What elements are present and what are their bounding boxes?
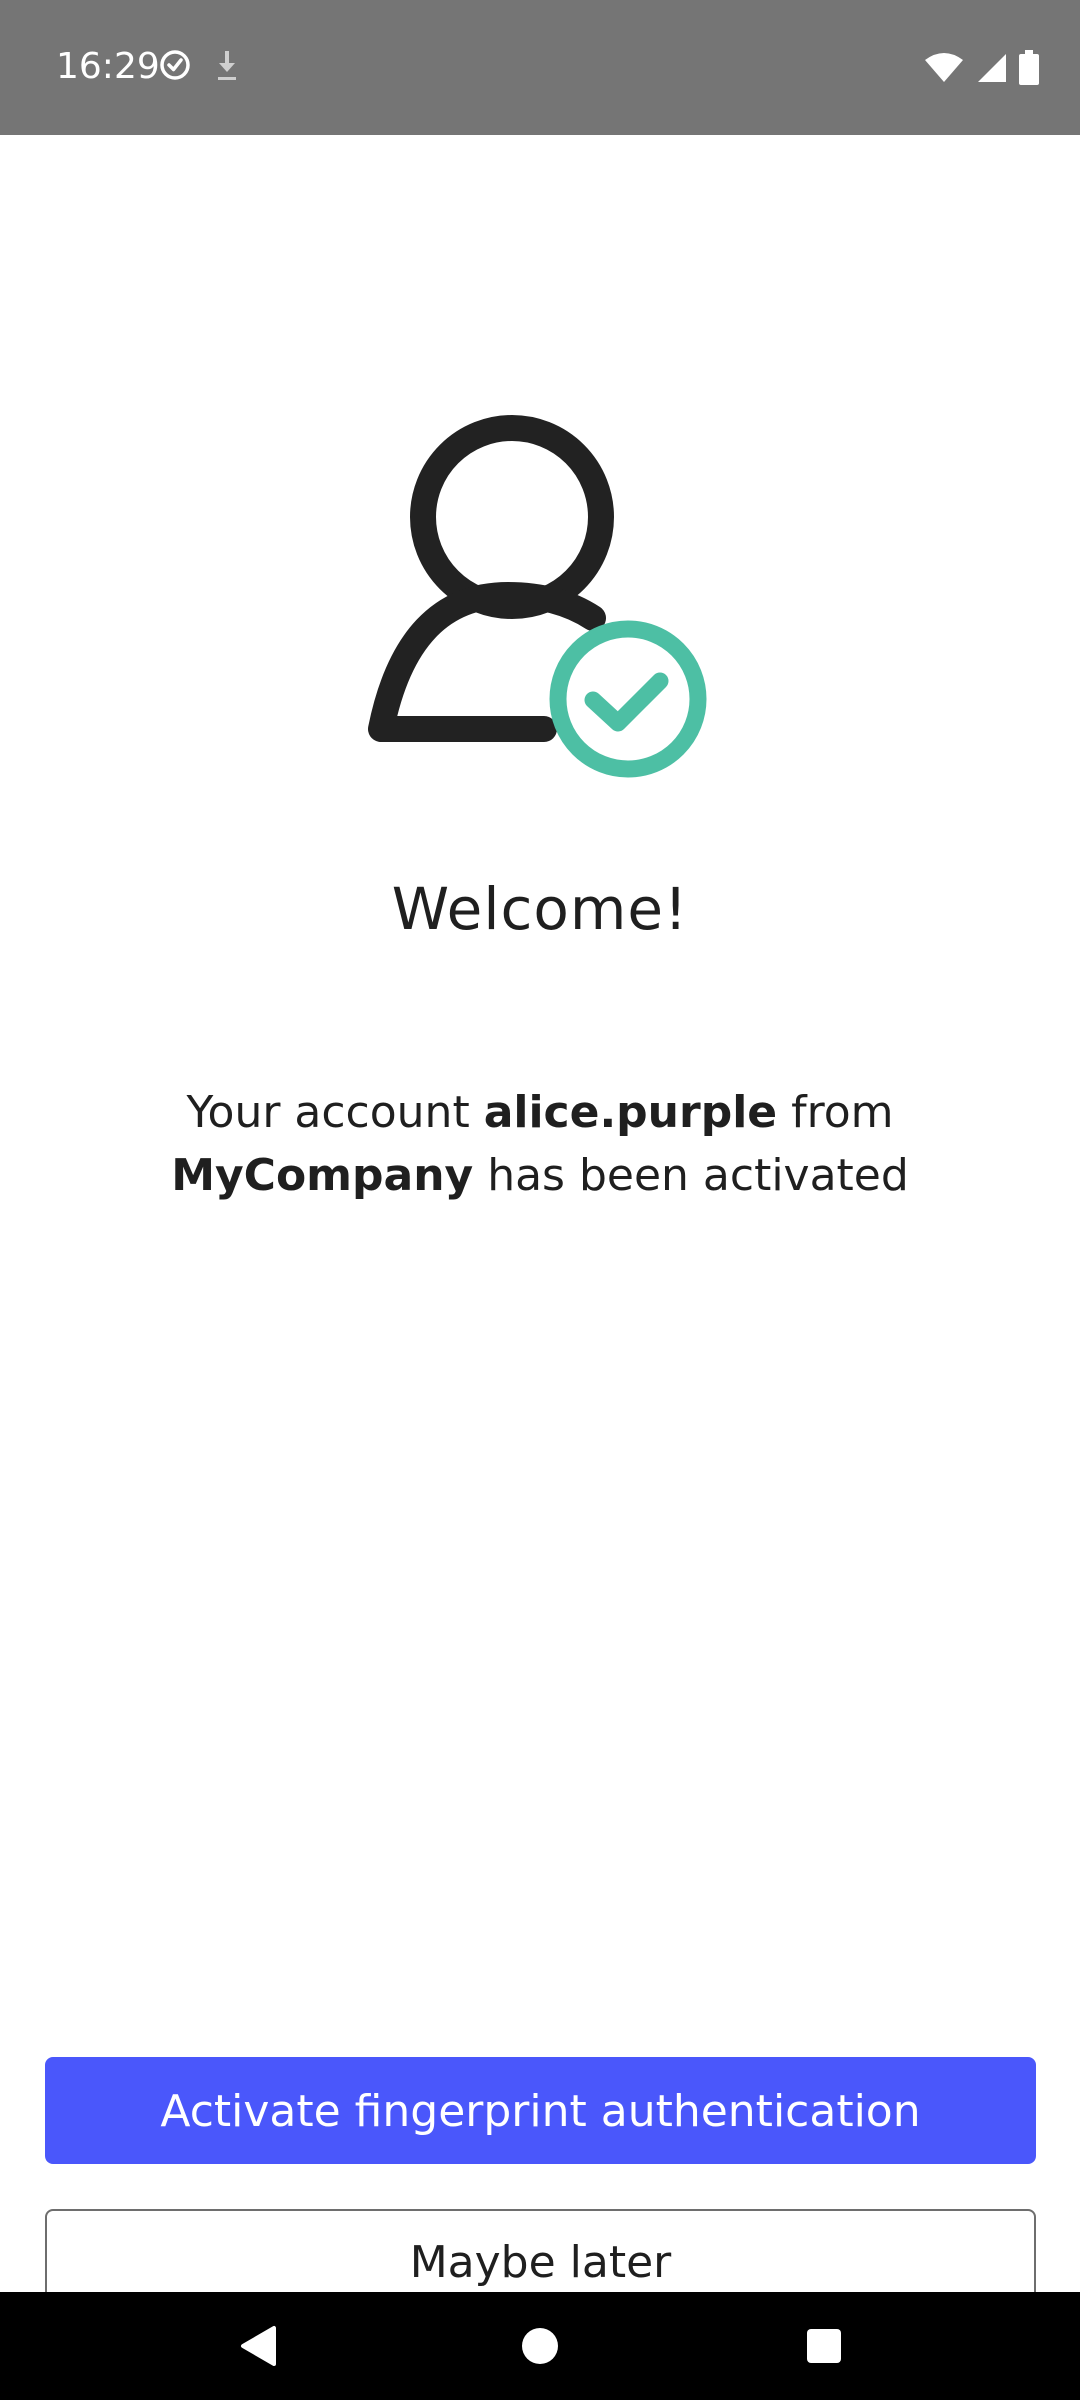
account-username: alice.purple (483, 1087, 778, 1138)
download-icon (214, 48, 240, 82)
status-time: 16:29 (56, 46, 160, 87)
check-circle-icon (158, 48, 192, 82)
back-button[interactable] (198, 2292, 318, 2400)
status-bar: 16:29 (0, 0, 1080, 135)
recents-icon (806, 2328, 842, 2364)
signal-icon (974, 52, 1008, 84)
recents-button[interactable] (764, 2292, 884, 2400)
message-suffix: has been activated (473, 1150, 909, 1201)
company-name: MyCompany (171, 1150, 474, 1201)
home-button[interactable] (480, 2292, 600, 2400)
status-notification-icons (158, 48, 240, 82)
activation-message: Your account alice.purple from MyCompany… (120, 1081, 960, 1207)
status-system-icons (924, 50, 1040, 86)
wifi-icon (924, 52, 964, 84)
message-prefix: Your account (186, 1087, 484, 1138)
battery-icon (1018, 50, 1040, 86)
navigation-bar (0, 2292, 1080, 2400)
welcome-screen: Welcome! Your account alice.purple from … (0, 135, 1080, 2315)
home-icon (520, 2326, 560, 2366)
message-middle: from (777, 1087, 894, 1138)
activate-fingerprint-button[interactable]: Activate fingerprint authentication (45, 2057, 1036, 2164)
welcome-title: Welcome! (391, 875, 689, 943)
user-verified-icon (368, 413, 718, 783)
back-icon (238, 2325, 278, 2367)
